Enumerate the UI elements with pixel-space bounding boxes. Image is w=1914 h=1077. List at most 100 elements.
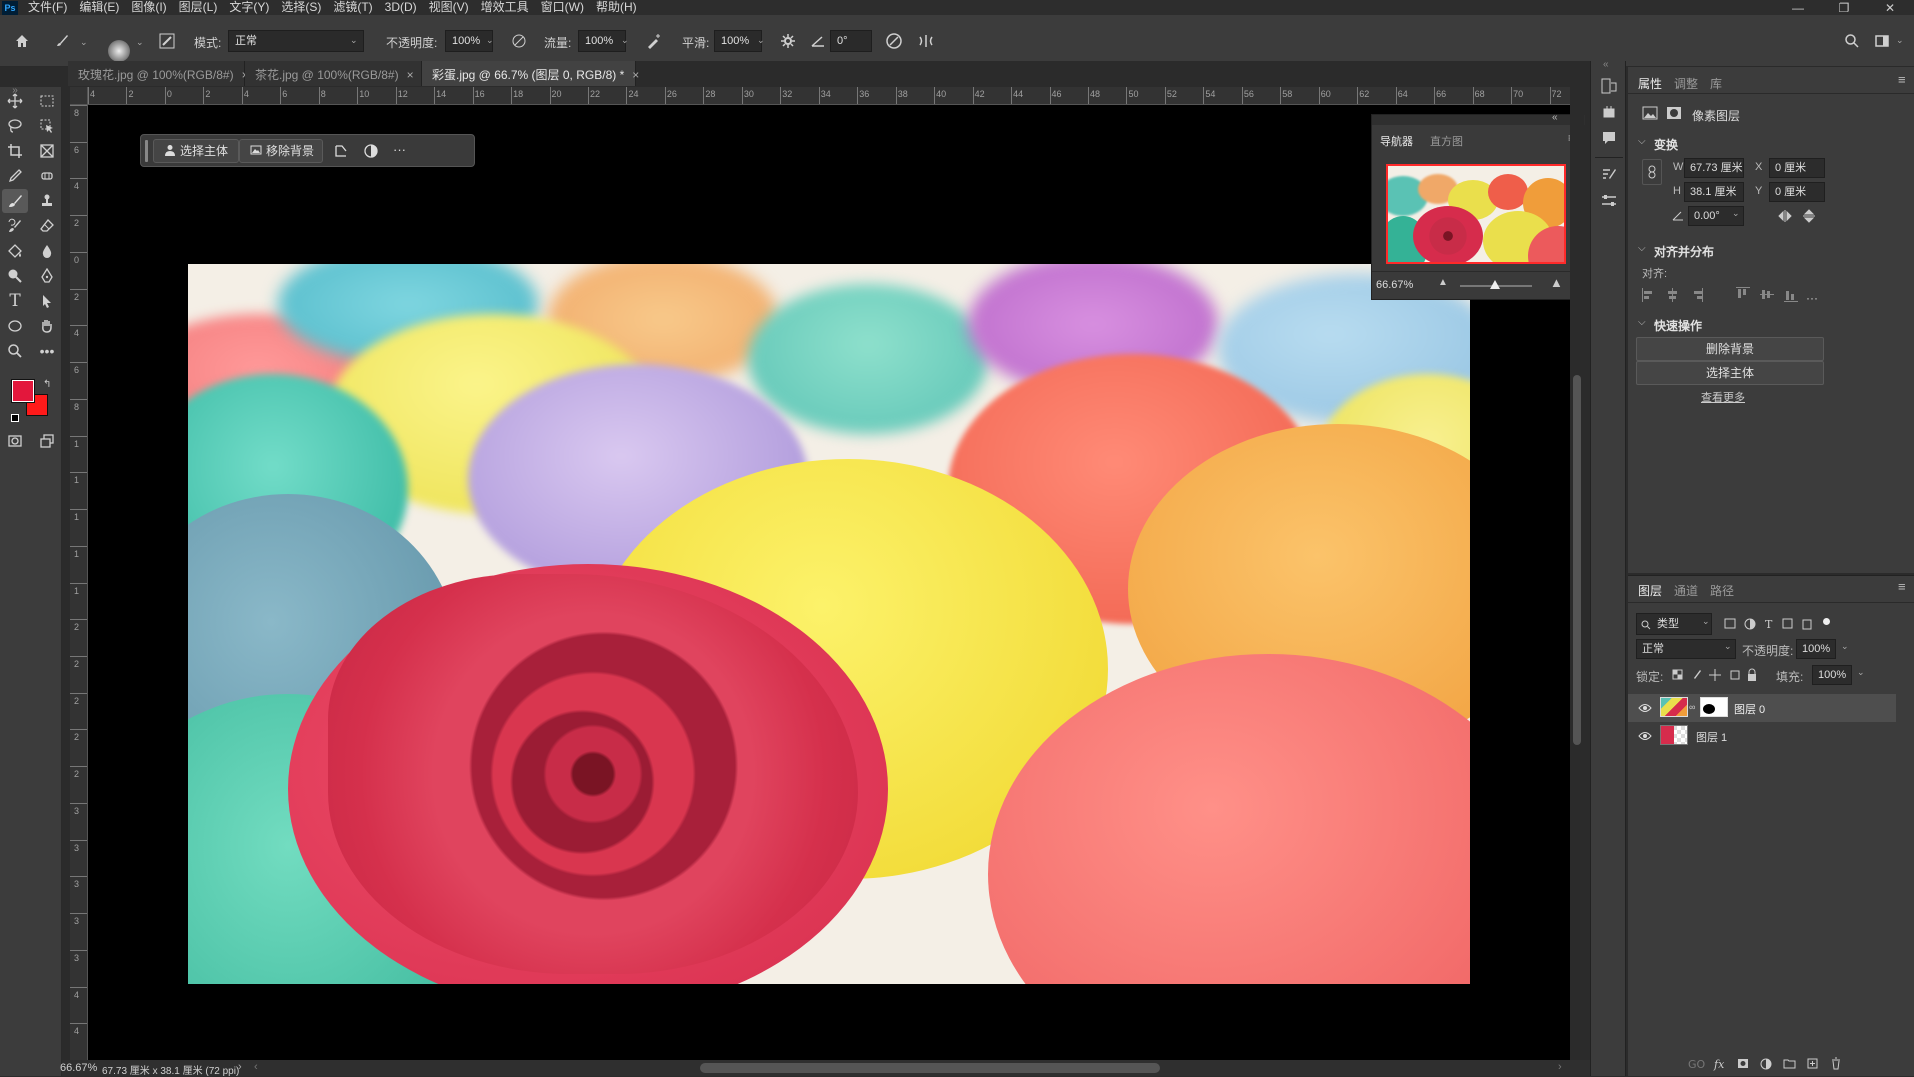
tab-histogram[interactable]: 直方图 [1430,133,1463,149]
status-zoom-value[interactable]: 66.67% [60,1062,97,1074]
chevron-down-icon[interactable]: ⌄ [1702,616,1710,627]
brush-tool-icon[interactable] [2,189,28,213]
chevron-down-icon[interactable]: ⌄ [757,35,765,46]
zoom-slider-thumb[interactable] [1490,280,1500,289]
zoom-out-icon[interactable]: ▲ [1438,277,1448,288]
tab-adjustments[interactable]: 调整 [1674,75,1698,92]
comments-icon[interactable] [1600,129,1618,150]
paint-bucket-tool-icon[interactable] [2,239,28,263]
layer-thumbnail[interactable] [1660,725,1688,745]
navigator-zoom-value[interactable]: 66.67% [1376,279,1413,291]
workspace-icon[interactable] [1870,29,1894,53]
chevron-down-icon[interactable]: ⌄ [136,37,144,48]
chevron-down-icon[interactable]: ⌄ [1857,667,1865,678]
pressure-opacity-icon[interactable] [507,29,531,53]
minimize-button[interactable]: — [1778,0,1818,15]
brush-settings-panel-icon[interactable] [1600,166,1618,187]
align-section-title[interactable]: 对齐并分布 [1654,243,1714,260]
blur-tool-icon[interactable] [34,239,60,263]
menu-select[interactable]: 选择(S) [275,0,327,15]
chevron-down-icon[interactable]: ⌄ [1841,641,1849,652]
x-field[interactable]: 0 厘米 [1769,158,1825,178]
close-window-button[interactable]: ✕ [1870,0,1910,15]
tab-navigator[interactable]: 导航器 [1380,133,1413,149]
layer-blend-mode-select[interactable]: 正常 [1636,639,1736,659]
collapse-icon[interactable]: « [1603,59,1609,70]
move-tool-icon[interactable] [2,89,28,113]
crop-tool-icon[interactable] [2,139,28,163]
hand-tool-icon[interactable] [34,314,60,338]
scroll-right-icon[interactable]: › [1558,1061,1562,1073]
swap-colors-icon[interactable]: ↰ [43,379,51,390]
navigator-thumbnail[interactable] [1386,164,1566,264]
view-more-link[interactable]: 查看更多 [1701,389,1745,405]
link-icon[interactable] [1642,159,1662,185]
tab-paths[interactable]: 路径 [1710,582,1734,599]
scroll-left-icon[interactable]: ‹ [254,1061,258,1073]
layer-filter-buttons[interactable]: T [1723,616,1823,632]
lock-buttons[interactable] [1672,668,1762,682]
layer-mask-icon[interactable] [1666,106,1682,123]
vertical-scroll-thumb[interactable] [1573,375,1581,745]
zoom-tool-icon[interactable] [2,339,28,363]
menu-type[interactable]: 文字(Y) [223,0,275,15]
foreground-color-swatch[interactable] [12,380,34,402]
layer-name[interactable]: 图层 0 [1734,701,1765,717]
flip-horizontal-icon[interactable] [1778,209,1792,226]
eye-icon[interactable] [1638,730,1652,744]
ellipse-tool-icon[interactable] [2,314,28,338]
more-tools-icon[interactable]: ••• [34,339,60,363]
zoom-in-icon[interactable]: ▲ [1550,275,1563,290]
chevron-down-icon[interactable]: ⌵ [1638,136,1646,147]
document-image-easter-eggs[interactable] [188,264,1470,984]
search-icon[interactable] [1840,29,1864,53]
chevron-down-icon[interactable]: ⌄ [486,35,494,46]
menu-file[interactable]: 文件(F) [22,0,73,15]
chevron-down-icon[interactable]: ⌄ [1732,208,1740,219]
frame-tool-icon[interactable] [34,139,60,163]
clone-stamp-tool-icon[interactable] [34,189,60,213]
smoothing-field[interactable]: 100% [714,30,762,52]
blend-mode-select[interactable]: 正常 [228,30,364,52]
menu-filter[interactable]: 滤镜(T) [327,0,378,15]
plugins-icon[interactable] [1600,103,1618,124]
filter-toggle-icon[interactable] [1823,618,1830,625]
collapse-icon[interactable]: « [1552,112,1558,123]
tab-camellia-jpg[interactable]: 茶花.jpg @ 100%(RGB/8#) × [245,61,422,86]
menu-layer[interactable]: 图层(L) [173,0,224,15]
tab-properties[interactable]: 属性 [1638,75,1662,92]
pen-tool-icon[interactable] [34,264,60,288]
dodge-tool-icon[interactable] [2,264,28,288]
layer-row-layer-1[interactable]: 图层 1 [1628,722,1896,750]
menu-window[interactable]: 窗口(W) [535,0,590,15]
layer-opacity-field[interactable]: 100% [1796,639,1836,659]
menu-help[interactable]: 帮助(H) [590,0,643,15]
chevron-down-icon[interactable]: ⌵ [1638,317,1646,328]
chevron-down-icon[interactable]: ⌄ [1724,641,1732,652]
eyedropper-tool-icon[interactable] [2,164,28,188]
chevron-down-icon[interactable]: ⌄ [350,35,358,46]
brush-settings-icon[interactable] [155,29,179,53]
menu-3d[interactable]: 3D(D) [379,0,423,15]
brush-size-preview-icon[interactable] [108,40,130,62]
sliders-icon[interactable] [1600,192,1618,213]
panel-menu-icon[interactable]: ≡ [1898,72,1906,87]
history-brush-tool-icon[interactable] [2,214,28,238]
panel-menu-icon[interactable]: ≡ [1898,579,1906,594]
transform-icon[interactable] [333,143,351,161]
default-colors-icon[interactable] [11,414,19,422]
select-subject-button[interactable]: 选择主体 [153,139,239,163]
tab-libraries[interactable]: 库 [1710,75,1722,92]
height-field[interactable]: 38.1 厘米 [1684,182,1744,202]
pressure-size-icon[interactable] [882,29,906,53]
navigator-header[interactable]: « ✕ [1372,112,1585,125]
quick-actions-section-title[interactable]: 快速操作 [1654,317,1702,334]
eye-icon[interactable] [1638,702,1652,716]
marquee-tool-icon[interactable] [34,89,60,113]
tab-rose-jpg[interactable]: 玫瑰花.jpg @ 100%(RGB/8#)× [68,61,249,86]
transform-section-title[interactable]: 变换 [1654,136,1678,153]
quick-select-subject-button[interactable]: 选择主体 [1636,361,1824,385]
drag-handle[interactable] [145,140,148,162]
chevron-right-icon[interactable]: › [238,1061,242,1073]
spot-healing-tool-icon[interactable] [34,164,60,188]
